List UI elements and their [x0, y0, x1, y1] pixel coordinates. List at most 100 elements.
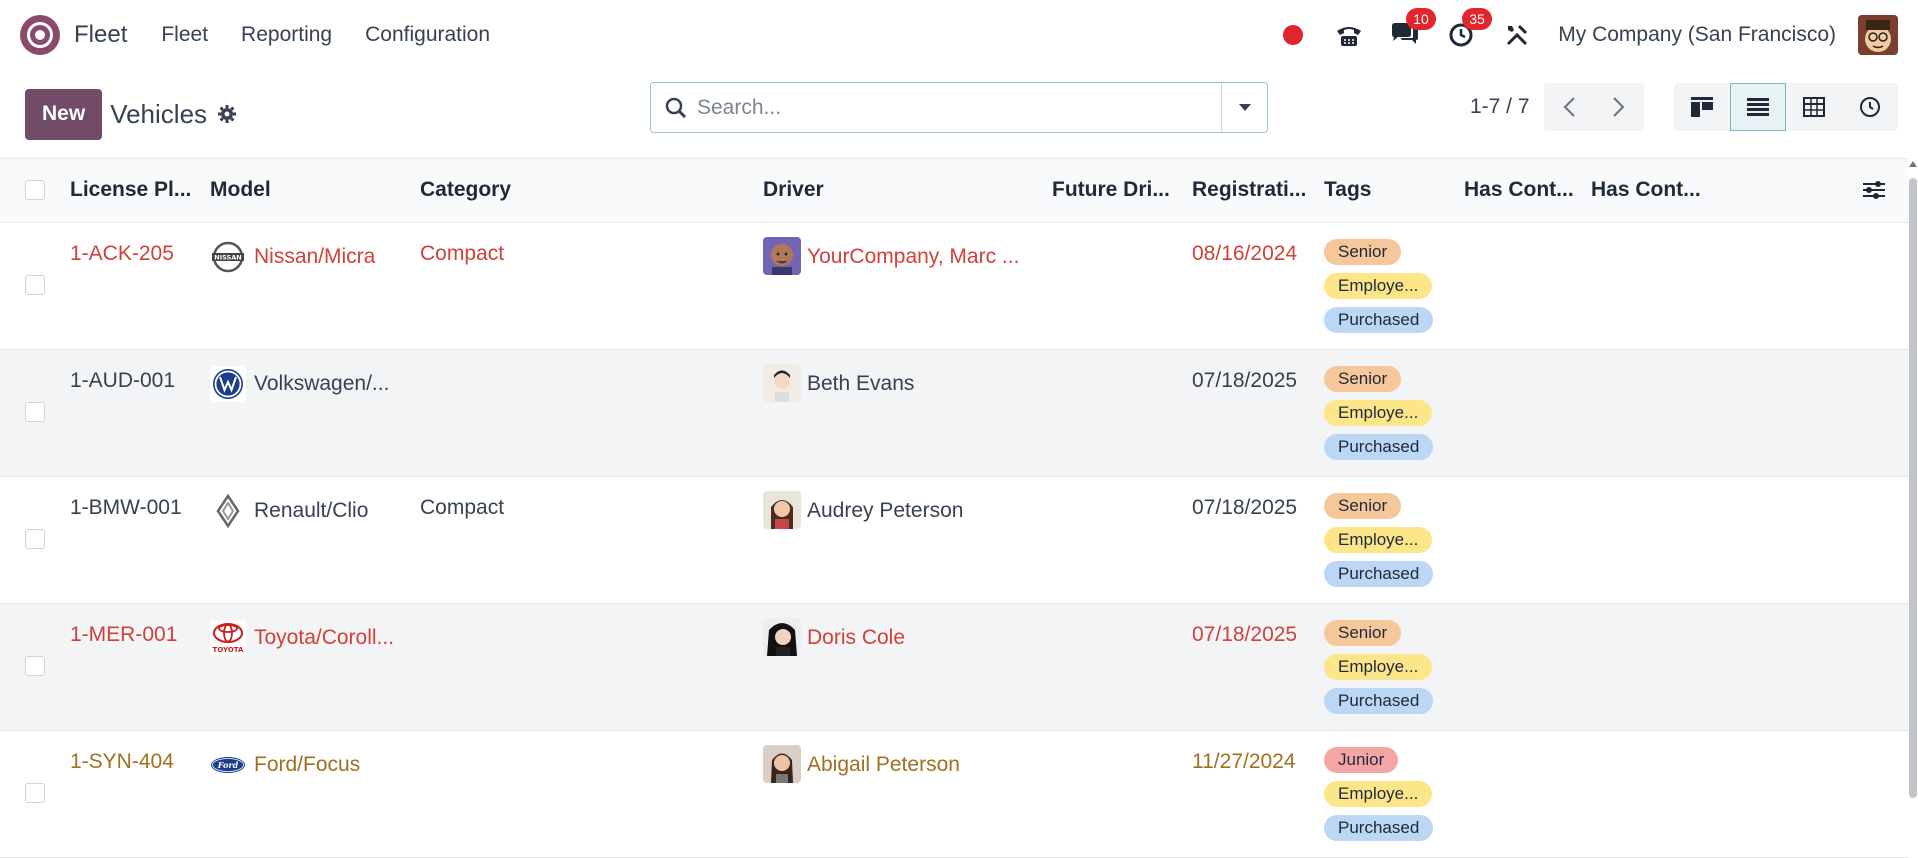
search-input[interactable]: [687, 82, 1221, 133]
tag-badge: Junior: [1324, 747, 1399, 773]
driver: Doris Cole: [807, 626, 906, 649]
menu-configuration[interactable]: Configuration: [365, 23, 490, 47]
tag-badge: Senior: [1324, 239, 1402, 265]
toyota-logo-icon: TOYOTA: [210, 620, 246, 656]
activities-badge: 35: [1462, 8, 1492, 30]
new-button[interactable]: New: [25, 88, 103, 140]
table-grid-icon: [1803, 97, 1825, 117]
user-avatar-icon[interactable]: [1858, 15, 1898, 55]
chevron-left-icon: [1562, 96, 1576, 118]
menu-fleet[interactable]: Fleet: [161, 23, 208, 47]
license-plate: 1-ACK-205: [70, 242, 174, 265]
optional-columns-icon[interactable]: [1862, 179, 1886, 201]
tag-badge: Purchased: [1324, 307, 1434, 333]
list-icon: [1747, 98, 1769, 116]
column-future-driver[interactable]: Future Dri...: [1052, 178, 1170, 202]
table-row[interactable]: 1-BMW-001 Renault/Clio Compact Audrey Peter…: [0, 477, 1908, 604]
messages-icon[interactable]: 10: [1390, 8, 1436, 50]
pager-next-button[interactable]: [1593, 83, 1644, 131]
registration-date: 07/18/2025: [1192, 496, 1298, 519]
view-switcher: [1674, 83, 1898, 131]
table-row[interactable]: 1-ACK-205 NISSAN Nissan/Micra Compact YourCo…: [0, 223, 1908, 350]
pager-value[interactable]: 1-7 / 7: [1470, 95, 1530, 119]
recording-dot-icon[interactable]: [1278, 20, 1308, 50]
column-license-plate[interactable]: License Pl...: [70, 178, 191, 202]
column-has-contracts-2[interactable]: Has Cont...: [1591, 178, 1701, 202]
volkswagen-logo-icon: [210, 366, 246, 402]
driver: Abigail Peterson: [807, 753, 960, 776]
page-title: Vehicles: [110, 98, 208, 129]
driver-avatar-icon: [763, 491, 801, 529]
caret-down-icon: [1238, 103, 1252, 113]
tag-badge: Senior: [1324, 493, 1402, 519]
column-category[interactable]: Category: [420, 178, 511, 202]
vehicles-list: License Pl... Model Category Driver Futu…: [0, 158, 1908, 858]
activity-view-button[interactable]: [1842, 83, 1898, 131]
search-options-toggle[interactable]: [1221, 83, 1267, 132]
search-icon: [665, 97, 687, 119]
kanban-view-button[interactable]: [1674, 83, 1730, 131]
driver: Beth Evans: [807, 372, 915, 395]
list-view-button[interactable]: [1730, 83, 1786, 131]
renault-logo-icon: [210, 493, 246, 529]
row-checkbox[interactable]: [25, 275, 45, 295]
fleet-app-icon[interactable]: [20, 15, 60, 55]
activities-clock-icon[interactable]: 35: [1446, 8, 1492, 50]
svg-text:TOYOTA: TOYOTA: [213, 646, 244, 654]
row-checkbox[interactable]: [25, 656, 45, 676]
model: Nissan/Micra: [254, 245, 376, 268]
svg-text:NISSAN: NISSAN: [214, 254, 241, 262]
column-model[interactable]: Model: [210, 178, 271, 202]
license-plate: 1-AUD-001: [70, 369, 176, 392]
model: Renault/Clio: [254, 499, 369, 522]
company-switcher[interactable]: My Company (San Francisco): [1558, 23, 1836, 47]
tag-badge: Employe...: [1324, 400, 1433, 426]
model: Ford/Focus: [254, 753, 361, 776]
column-driver[interactable]: Driver: [763, 178, 824, 202]
pager-previous-button[interactable]: [1543, 83, 1594, 131]
tag-badge: Purchased: [1324, 434, 1434, 460]
scroll-thumb[interactable]: [1909, 178, 1917, 798]
tag-badge: Employe...: [1324, 273, 1433, 299]
tag-badge: Purchased: [1324, 688, 1434, 714]
scroll-up-icon[interactable]: [1908, 160, 1918, 168]
table-row[interactable]: 1-AUD-001 Volkswagen/... Beth Evans 07/18/2…: [0, 350, 1908, 477]
table-row[interactable]: 1-SYN-404 Ford Ford/Focus Abigail Peterson 1…: [0, 731, 1908, 858]
pager: 1-7 / 7: [1470, 83, 1644, 131]
tag-badge: Employe...: [1324, 527, 1433, 553]
column-has-contracts-1[interactable]: Has Cont...: [1464, 178, 1574, 202]
messages-badge: 10: [1406, 8, 1436, 30]
row-checkbox[interactable]: [25, 783, 45, 803]
column-tags[interactable]: Tags: [1324, 178, 1371, 202]
tag-badge: Senior: [1324, 366, 1402, 392]
registration-date: 07/18/2025: [1192, 623, 1298, 646]
row-checkbox[interactable]: [25, 402, 45, 422]
model: Volkswagen/...: [254, 372, 390, 395]
driver-avatar-icon: [763, 745, 801, 783]
menu-reporting[interactable]: Reporting: [241, 23, 332, 47]
gear-icon[interactable]: [217, 104, 237, 124]
driver: Audrey Peterson: [807, 499, 964, 522]
column-registration-date[interactable]: Registrati...: [1192, 178, 1306, 202]
debug-tools-icon[interactable]: [1502, 20, 1532, 50]
control-panel: New Vehicles 1-7 / 7: [0, 70, 1918, 158]
phone-icon[interactable]: [1334, 20, 1364, 50]
table-row[interactable]: 1-MER-001 TOYOTA Toyota/Coroll... Doris Col…: [0, 604, 1908, 731]
driver-avatar-icon: [763, 618, 801, 656]
search-bar: [650, 82, 1268, 133]
select-all-checkbox[interactable]: [25, 180, 45, 200]
nissan-logo-icon: NISSAN: [210, 239, 246, 275]
app-name[interactable]: Fleet: [74, 21, 127, 49]
kanban-icon: [1691, 97, 1713, 117]
scrollbar[interactable]: [1908, 158, 1918, 808]
category: Compact: [420, 496, 505, 519]
driver-avatar-icon: [763, 237, 801, 275]
category: Compact: [420, 242, 505, 265]
tag-badge: Employe...: [1324, 654, 1433, 680]
driver-avatar-icon: [763, 364, 801, 402]
tag-badge: Purchased: [1324, 561, 1434, 587]
tag-badge: Employe...: [1324, 781, 1433, 807]
license-plate: 1-MER-001: [70, 623, 178, 646]
row-checkbox[interactable]: [25, 529, 45, 549]
pivot-view-button[interactable]: [1786, 83, 1842, 131]
